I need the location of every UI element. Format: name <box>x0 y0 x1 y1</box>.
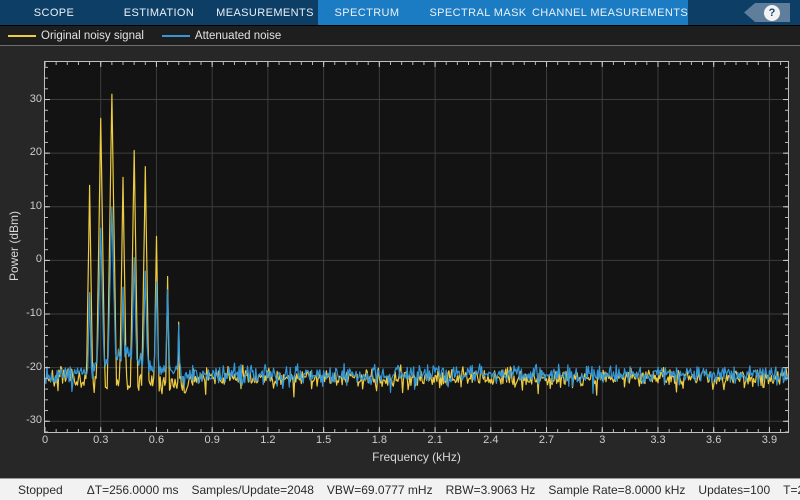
x-tick-label: 2.7 <box>538 434 555 446</box>
toolstrip-tab-bar: SCOPE ESTIMATION MEASUREMENTS SPECTRUM SPECT… <box>0 0 800 26</box>
x-tick-label: 1.8 <box>371 434 387 446</box>
spectrum-plot-figure: Power (dBm) Frequency (kHz) 0 0.3 0.6 0.9 1.… <box>0 46 800 478</box>
x-tick-label: 3 <box>599 434 606 446</box>
legend-bar: Original noisy signal Attenuated noise <box>0 26 800 46</box>
tab-channel-measurements[interactable]: CHANNEL MEASUREMENTS <box>532 0 688 26</box>
legend-line-swatch <box>161 34 190 37</box>
x-tick-label: 3.6 <box>706 434 722 446</box>
help-icon: ? <box>764 4 780 21</box>
status-bar: Stopped ΔT=256.0000 ms Samples/Update=204… <box>0 478 800 500</box>
status-item: VBW=69.0777 mHz <box>326 482 433 497</box>
y-tick-label: 30 <box>29 92 42 105</box>
y-axis-label: Power (dBm) <box>7 210 21 282</box>
y-tick-label: 0 <box>35 253 42 266</box>
run-state-text: Stopped <box>18 482 63 497</box>
spectrum-plot-canvas[interactable] <box>44 61 789 433</box>
legend-label: Original noisy signal <box>41 29 144 42</box>
x-tick-label: 3.9 <box>761 434 778 446</box>
status-item: Updates=100 <box>698 482 771 497</box>
status-item: Samples/Update=2048 <box>191 482 314 497</box>
tab-estimation[interactable]: ESTIMATION <box>124 0 194 26</box>
x-tick-label: 0.9 <box>204 434 220 446</box>
legend-item-attenuated-noise[interactable]: Attenuated noise <box>161 29 282 42</box>
legend-item-original-noisy-signal[interactable]: Original noisy signal <box>8 30 144 42</box>
x-axis-label: Frequency (kHz) <box>372 450 461 464</box>
spectrum-analyzer-window: SCOPE ESTIMATION MEASUREMENTS SPECTRUM SPECT… <box>0 0 800 500</box>
x-tick-label: 0.6 <box>148 434 165 446</box>
x-tick-label: 3.3 <box>650 434 666 446</box>
legend-label: Attenuated noise <box>194 29 282 42</box>
y-tick-label: -30 <box>26 414 42 427</box>
tab-measurements[interactable]: MEASUREMENTS <box>216 0 314 26</box>
y-tick-label: -20 <box>26 360 42 373</box>
x-tick-label: 1.2 <box>260 434 276 446</box>
x-tick-label: 2.4 <box>483 434 499 446</box>
status-item: ΔT=256.0000 ms <box>86 482 179 497</box>
help-button[interactable]: ? <box>744 3 790 22</box>
y-tick-label: -10 <box>26 307 42 320</box>
x-tick-label: 0 <box>41 434 49 446</box>
x-tick-label: 0.3 <box>93 434 109 446</box>
tab-spectral-mask[interactable]: SPECTRAL MASK <box>429 0 526 26</box>
y-tick-label: 20 <box>29 146 42 159</box>
status-item: RBW=3.9063 Hz <box>445 482 536 497</box>
tab-scope[interactable]: SCOPE <box>34 0 75 26</box>
legend-line-swatch <box>8 34 36 37</box>
status-item: Sample Rate=8.0000 kHz <box>548 482 686 497</box>
y-tick-label: 10 <box>29 199 42 212</box>
x-tick-label: 2.1 <box>427 434 443 446</box>
x-tick-label: 1.5 <box>315 434 332 446</box>
status-item: T=25.5999 <box>783 482 800 497</box>
tab-spectrum[interactable]: SPECTRUM <box>335 0 400 26</box>
